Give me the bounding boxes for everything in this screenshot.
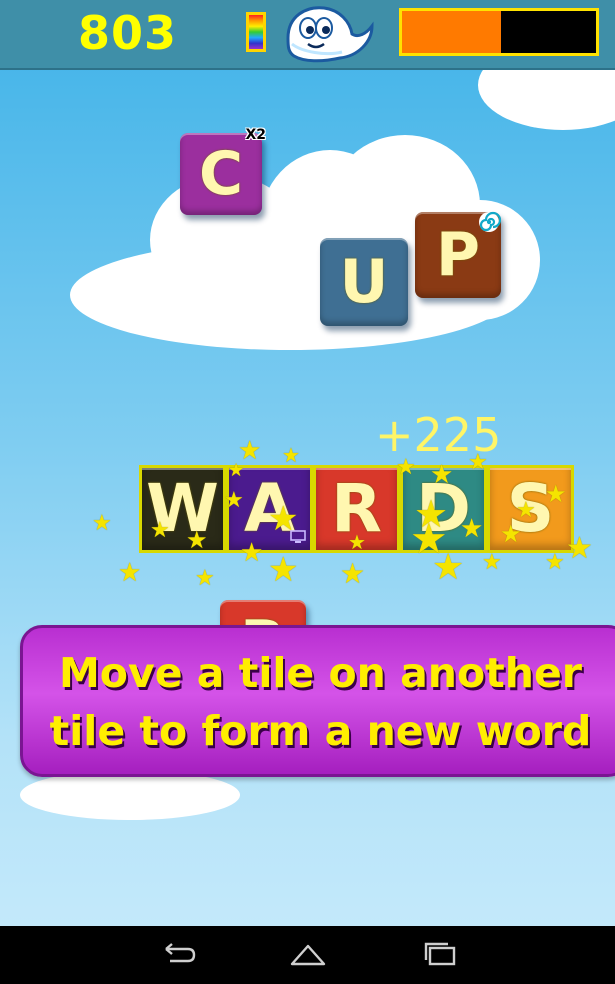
star-icon: ★ bbox=[566, 531, 593, 566]
star-icon: ★ bbox=[228, 460, 245, 481]
star-icon: ★ bbox=[340, 557, 366, 590]
rainbow-powerup-icon[interactable] bbox=[246, 12, 266, 52]
star-icon: ★ bbox=[282, 443, 300, 467]
system-nav-bar bbox=[0, 926, 615, 984]
star-icon: ★ bbox=[460, 514, 484, 544]
star-icon: ★ bbox=[150, 518, 170, 543]
star-icon: ★ bbox=[186, 526, 208, 554]
star-icon: ★ bbox=[482, 550, 502, 575]
star-icon: ★ bbox=[500, 520, 522, 548]
star-icon: ★ bbox=[545, 550, 565, 575]
ghost-mascot-icon[interactable] bbox=[282, 4, 374, 64]
star-icon: ★ bbox=[240, 538, 264, 568]
tile-letter: C bbox=[198, 139, 244, 209]
time-bar-fill bbox=[402, 11, 501, 53]
star-icon: ★ bbox=[224, 488, 244, 513]
hud-bar: 803 bbox=[0, 0, 615, 70]
back-icon[interactable] bbox=[158, 940, 198, 970]
star-icon: ★ bbox=[92, 511, 112, 536]
hint-line-2: tile to form a new word bbox=[49, 707, 592, 755]
star-icon: ★ bbox=[468, 450, 488, 475]
home-icon[interactable] bbox=[288, 940, 328, 970]
star-icon: ★ bbox=[268, 499, 299, 539]
game-screen: 803 C X2 U P +225 W A R D S ★ ★ ★ ★ ★ ★ … bbox=[0, 0, 615, 984]
tile-p[interactable]: P bbox=[415, 211, 501, 298]
star-icon: ★ bbox=[432, 547, 465, 588]
time-bar bbox=[399, 8, 599, 56]
score-display: 803 bbox=[78, 6, 178, 60]
tile-letter: U bbox=[339, 247, 389, 317]
star-icon: ★ bbox=[396, 455, 416, 480]
star-icon: ★ bbox=[545, 480, 567, 508]
tile-c[interactable]: C X2 bbox=[180, 127, 266, 215]
hint-line-1: Move a tile on another bbox=[59, 649, 582, 697]
star-icon: ★ bbox=[516, 498, 536, 523]
star-icon: ★ bbox=[118, 558, 142, 588]
hint-banner[interactable]: Move a tile on another tile to form a ne… bbox=[20, 625, 615, 777]
tile-letter: P bbox=[436, 220, 480, 290]
multiplier-badge: X2 bbox=[245, 127, 266, 143]
recent-apps-icon[interactable] bbox=[420, 940, 460, 970]
star-icon: ★ bbox=[348, 530, 366, 554]
tile-u[interactable]: U bbox=[320, 238, 408, 326]
star-icon: ★ bbox=[268, 550, 299, 590]
star-icon: ★ bbox=[430, 460, 454, 490]
spiral-icon bbox=[479, 211, 501, 232]
star-icon: ★ bbox=[195, 566, 215, 591]
hint-text: Move a tile on another tile to form a ne… bbox=[23, 644, 615, 760]
